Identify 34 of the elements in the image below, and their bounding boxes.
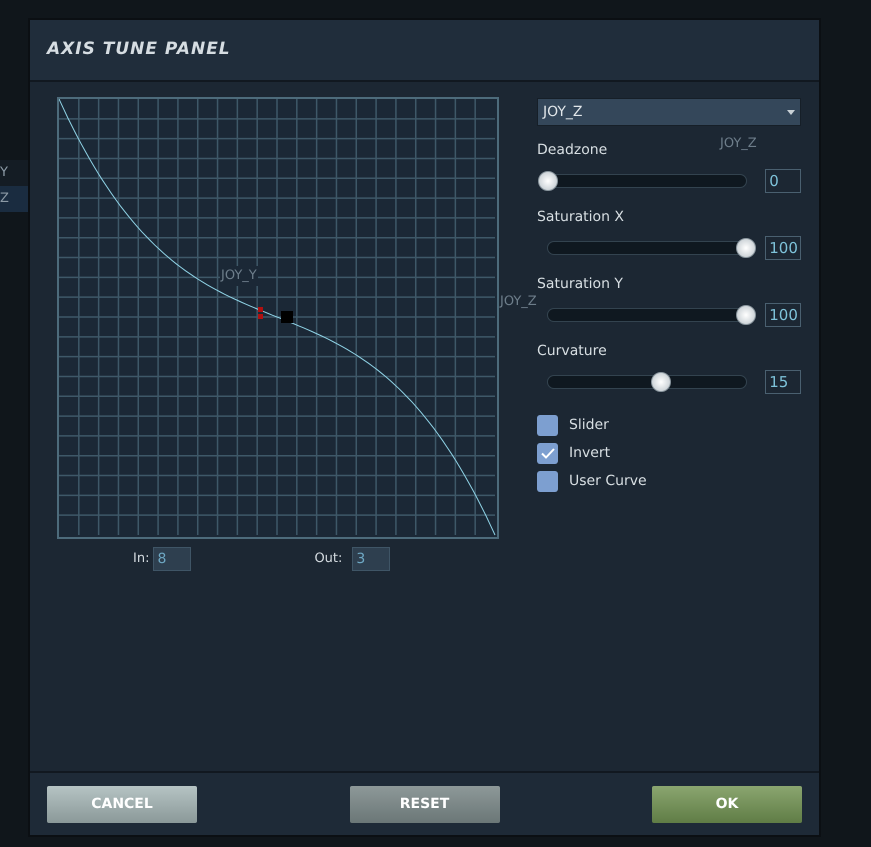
- checkbox-label: Slider: [569, 416, 609, 434]
- checkbox-label: Invert: [569, 444, 610, 462]
- slider-label: Saturation X: [537, 208, 624, 226]
- output-marker: [281, 311, 293, 323]
- background-list-item: Y: [0, 160, 28, 186]
- faint-background-label: JOY_Z: [720, 135, 757, 153]
- background-list-item: Z: [0, 186, 28, 212]
- in-value-field[interactable]: 8: [153, 547, 192, 571]
- checkbox[interactable]: [537, 470, 558, 492]
- faint-background-label: JOY_Y: [220, 266, 258, 286]
- slider-label: Curvature: [537, 342, 607, 360]
- slider-label: Deadzone: [537, 141, 608, 159]
- faint-background-label: JOY_Z: [500, 293, 537, 311]
- in-label: In:: [133, 550, 150, 568]
- checkmark-icon: [540, 448, 554, 458]
- input-marker: [258, 307, 263, 319]
- slider-thumb[interactable]: [651, 372, 671, 392]
- out-label: Out:: [314, 550, 342, 568]
- dialog-button[interactable]: RESET: [350, 786, 500, 822]
- slider-value-field[interactable]: 100: [765, 236, 801, 260]
- slider-value-field[interactable]: 100: [765, 303, 801, 327]
- checkbox[interactable]: [537, 414, 558, 436]
- slider-thumb[interactable]: [538, 171, 558, 191]
- slider-value-field[interactable]: 15: [765, 370, 801, 394]
- dropdown-arrow-icon: [787, 110, 795, 114]
- slider-label: Saturation Y: [537, 275, 623, 293]
- slider-thumb[interactable]: [736, 305, 756, 325]
- checkbox-label: User Curve: [569, 472, 647, 490]
- slider-value-field[interactable]: 0: [765, 169, 801, 193]
- checkbox[interactable]: [537, 442, 558, 464]
- slider-thumb[interactable]: [736, 238, 756, 258]
- axis-dropdown[interactable]: JOY_Z: [537, 98, 801, 126]
- out-value-field[interactable]: 3: [352, 547, 390, 571]
- window-title: AXIS TUNE PANEL: [47, 38, 231, 62]
